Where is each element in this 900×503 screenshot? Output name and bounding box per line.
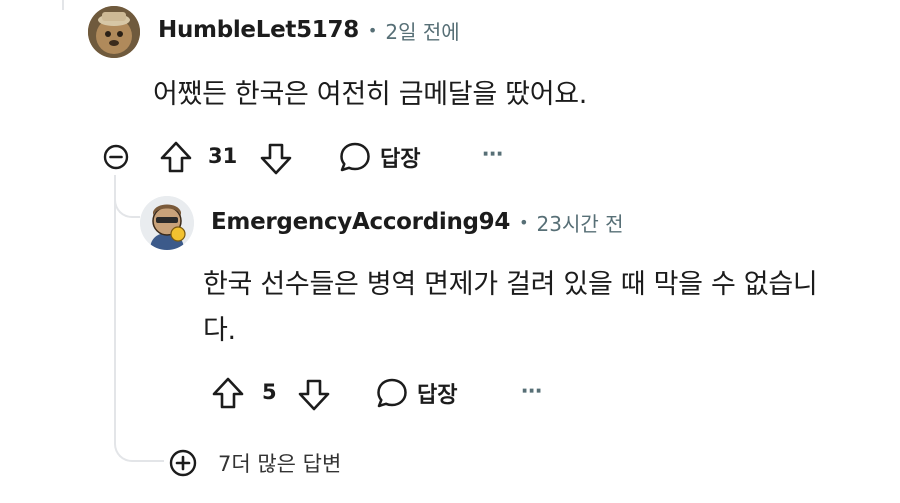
- upvote-button[interactable]: [211, 376, 245, 410]
- comment-body: 어쨌든 한국은 여전히 금메달을 땄어요.: [153, 79, 588, 110]
- meta-separator: •: [367, 20, 378, 40]
- avatar[interactable]: [88, 6, 140, 58]
- more-replies-link[interactable]: 7더 많은 답변: [168, 447, 341, 479]
- thread-line-main: [114, 175, 116, 443]
- downvote-button[interactable]: [259, 142, 293, 176]
- reply-button[interactable]: 답장: [338, 139, 420, 175]
- downvote-arrow-icon: [259, 142, 293, 176]
- reply-button[interactable]: 답장: [375, 375, 457, 411]
- comment-username[interactable]: HumbleLet5178: [158, 17, 359, 43]
- reply-label: 답장: [380, 147, 421, 172]
- reply-label: 답장: [417, 383, 458, 408]
- collapse-minus-icon: [102, 143, 130, 171]
- thread-line-branch-more: [114, 420, 164, 462]
- speech-bubble-icon: [338, 140, 372, 174]
- meta-separator: •: [519, 212, 529, 232]
- reply-body-line1: 한국 선수들은 병역 면제가 걸려 있을 때 막을 수 없습니: [203, 269, 818, 300]
- more-replies-label: 7더 많은 답변: [218, 452, 342, 476]
- expand-plus-icon: [168, 448, 198, 478]
- thread-line-top: [62, 0, 64, 10]
- vote-count: 31: [208, 144, 238, 168]
- upvote-arrow-icon: [159, 140, 193, 174]
- upvote-arrow-icon: [211, 376, 245, 410]
- reply-timestamp[interactable]: 23시간 전: [537, 208, 624, 237]
- collapse-button[interactable]: [102, 143, 130, 171]
- reply-username[interactable]: EmergencyAccording94: [211, 209, 510, 235]
- speech-bubble-icon: [375, 376, 409, 410]
- avatar[interactable]: [140, 196, 194, 250]
- reply-header: EmergencyAccording94 • 23시간 전: [211, 206, 624, 238]
- vote-count: 5: [262, 380, 277, 404]
- downvote-button[interactable]: [297, 378, 331, 412]
- more-options-button[interactable]: ⋯: [521, 379, 542, 403]
- reply-body: 한국 선수들은 병역 면제가 걸려 있을 때 막을 수 없습니 다.: [203, 262, 818, 354]
- more-options-button[interactable]: ⋯: [482, 142, 503, 166]
- upvote-button[interactable]: [159, 140, 193, 174]
- comment-header: HumbleLet5178 • 2일 전에: [158, 14, 460, 46]
- downvote-arrow-icon: [297, 378, 331, 412]
- reply-body-line2: 다.: [203, 315, 236, 346]
- thread-line-branch-reply: [114, 180, 140, 218]
- comment-timestamp[interactable]: 2일 전에: [385, 16, 459, 45]
